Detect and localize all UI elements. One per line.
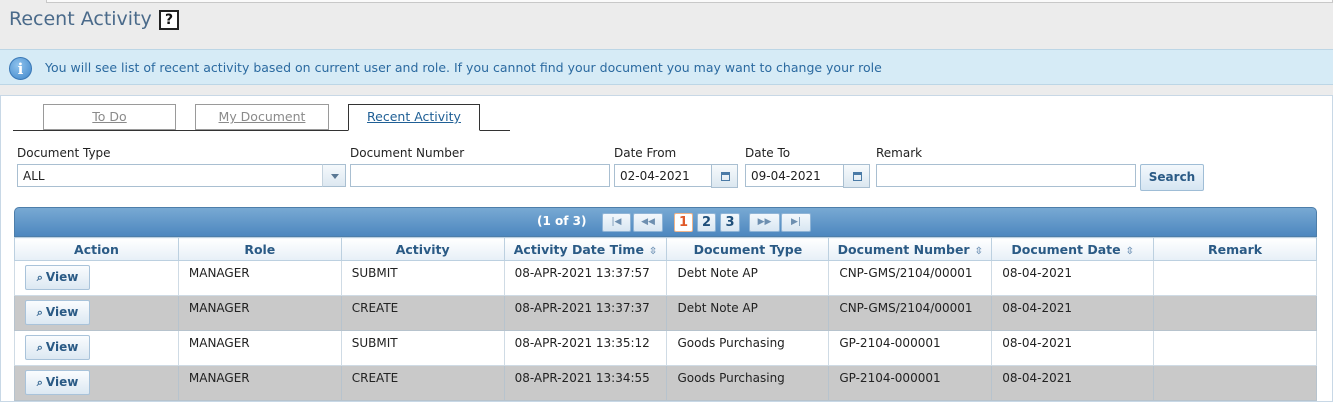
document-type-select[interactable]: ALL	[17, 164, 323, 187]
column-header-document-date[interactable]: Document Date ⇳	[991, 237, 1155, 261]
last-page-button[interactable]: ▶|	[781, 213, 811, 232]
activity-datetime-cell: 08-APR-2021 13:35:12	[503, 330, 668, 366]
remark-input[interactable]	[876, 164, 1136, 187]
info-message: You will see list of recent activity bas…	[45, 60, 882, 75]
view-button[interactable]: ⌕ View	[25, 265, 90, 290]
prev-page-button[interactable]: ◀◀	[633, 213, 663, 232]
page-2-button[interactable]: 2	[697, 213, 716, 232]
page-count: (1 of 3)	[537, 214, 587, 228]
activity-datetime-cell: 08-APR-2021 13:34:55	[503, 365, 668, 401]
search-icon: ⌕	[36, 306, 43, 319]
action-cell: ⌕ View	[14, 365, 179, 401]
document-number-input[interactable]	[350, 164, 610, 187]
document-date-cell: 08-04-2021	[991, 295, 1155, 331]
document-number-cell: GP-2104-000001	[828, 365, 993, 401]
document-date-cell: 08-04-2021	[991, 330, 1155, 366]
activity-cell: CREATE	[340, 365, 505, 401]
column-header-action: Action	[14, 237, 179, 261]
help-icon[interactable]: ?	[159, 10, 179, 30]
table-row: ⌕ View MANAGER CREATE 08-APR-2021 13:37:3…	[14, 295, 1317, 331]
remark-cell	[1153, 330, 1317, 366]
sort-icon[interactable]: ⇳	[649, 246, 657, 257]
document-type-cell: Debt Note AP	[666, 295, 830, 331]
remark-cell	[1153, 295, 1317, 331]
action-cell: ⌕ View	[14, 260, 179, 296]
date-to-input[interactable]	[745, 164, 844, 187]
role-cell: MANAGER	[177, 295, 342, 331]
document-type-label: Document Type	[17, 146, 111, 160]
document-date-cell: 08-04-2021	[991, 365, 1155, 401]
column-header-document-type: Document Type	[666, 237, 830, 261]
view-button[interactable]: ⌕ View	[25, 370, 90, 395]
role-cell: MANAGER	[177, 260, 342, 296]
activity-datetime-cell: 08-APR-2021 13:37:57	[503, 260, 668, 296]
document-number-label: Document Number	[350, 146, 465, 160]
sort-icon[interactable]: ⇳	[1126, 246, 1134, 257]
column-header-activity: Activity	[340, 237, 505, 261]
document-number-cell: CNP-GMS/2104/00001	[828, 260, 993, 296]
calendar-icon[interactable]	[711, 164, 738, 188]
action-cell: ⌕ View	[14, 330, 179, 366]
chevron-down-icon[interactable]	[322, 164, 346, 187]
calendar-icon[interactable]	[843, 164, 870, 188]
first-page-button[interactable]: |◀	[602, 213, 631, 232]
action-cell: ⌕ View	[14, 295, 179, 331]
paginator: (1 of 3) |◀ ◀◀ 1 2 3 ▶▶ ▶|	[14, 207, 1317, 237]
activity-cell: SUBMIT	[340, 260, 505, 296]
document-type-cell: Goods Purchasing	[666, 365, 830, 401]
view-button[interactable]: ⌕ View	[25, 335, 90, 360]
table-row: ⌕ View MANAGER SUBMIT 08-APR-2021 13:37:5…	[14, 260, 1317, 296]
document-date-cell: 08-04-2021	[991, 260, 1155, 296]
column-header-remark: Remark	[1153, 237, 1317, 261]
next-page-button[interactable]: ▶▶	[749, 213, 780, 232]
search-icon: ⌕	[36, 271, 43, 284]
date-to-label: Date To	[745, 146, 791, 160]
tab-to-do[interactable]: To Do	[43, 104, 176, 130]
page-3-button[interactable]: 3	[720, 213, 740, 232]
search-button[interactable]: Search	[1140, 164, 1204, 191]
date-from-label: Date From	[614, 146, 677, 160]
sort-icon[interactable]: ⇳	[975, 246, 983, 257]
search-icon: ⌕	[36, 376, 43, 389]
tab-my-document[interactable]: My Document	[195, 104, 329, 130]
document-number-cell: GP-2104-000001	[828, 330, 993, 366]
search-icon: ⌕	[36, 341, 43, 354]
activity-table: Action Role Activity Activity Date Time ⇳…	[14, 237, 1317, 401]
table-row: ⌕ View MANAGER SUBMIT 08-APR-2021 13:35:1…	[14, 330, 1317, 366]
remark-cell	[1153, 260, 1317, 296]
column-header-document-number[interactable]: Document Number ⇳	[828, 237, 993, 261]
role-cell: MANAGER	[177, 365, 342, 401]
info-banner: i You will see list of recent activity b…	[0, 49, 1333, 85]
document-type-cell: Debt Note AP	[666, 260, 830, 296]
activity-cell: CREATE	[340, 295, 505, 331]
tab-recent-activity[interactable]: Recent Activity	[348, 104, 480, 131]
activity-cell: SUBMIT	[340, 330, 505, 366]
column-header-role: Role	[177, 237, 342, 261]
table-row: ⌕ View MANAGER CREATE 08-APR-2021 13:34:5…	[14, 365, 1317, 401]
document-number-cell: CNP-GMS/2104/00001	[828, 295, 993, 331]
role-cell: MANAGER	[177, 330, 342, 366]
page-1-button[interactable]: 1	[674, 213, 693, 232]
date-from-input[interactable]	[614, 164, 712, 187]
activity-datetime-cell: 08-APR-2021 13:37:37	[503, 295, 668, 331]
column-header-activity-date-time[interactable]: Activity Date Time ⇳	[503, 237, 668, 261]
remark-cell	[1153, 365, 1317, 401]
remark-label: Remark	[876, 146, 923, 160]
table-header-row: Action Role Activity Activity Date Time ⇳…	[14, 237, 1317, 261]
page-title: Recent Activity	[9, 8, 152, 30]
info-icon: i	[9, 57, 32, 80]
document-type-cell: Goods Purchasing	[666, 330, 830, 366]
view-button[interactable]: ⌕ View	[25, 300, 90, 325]
top-search-strip	[46, 0, 1333, 3]
